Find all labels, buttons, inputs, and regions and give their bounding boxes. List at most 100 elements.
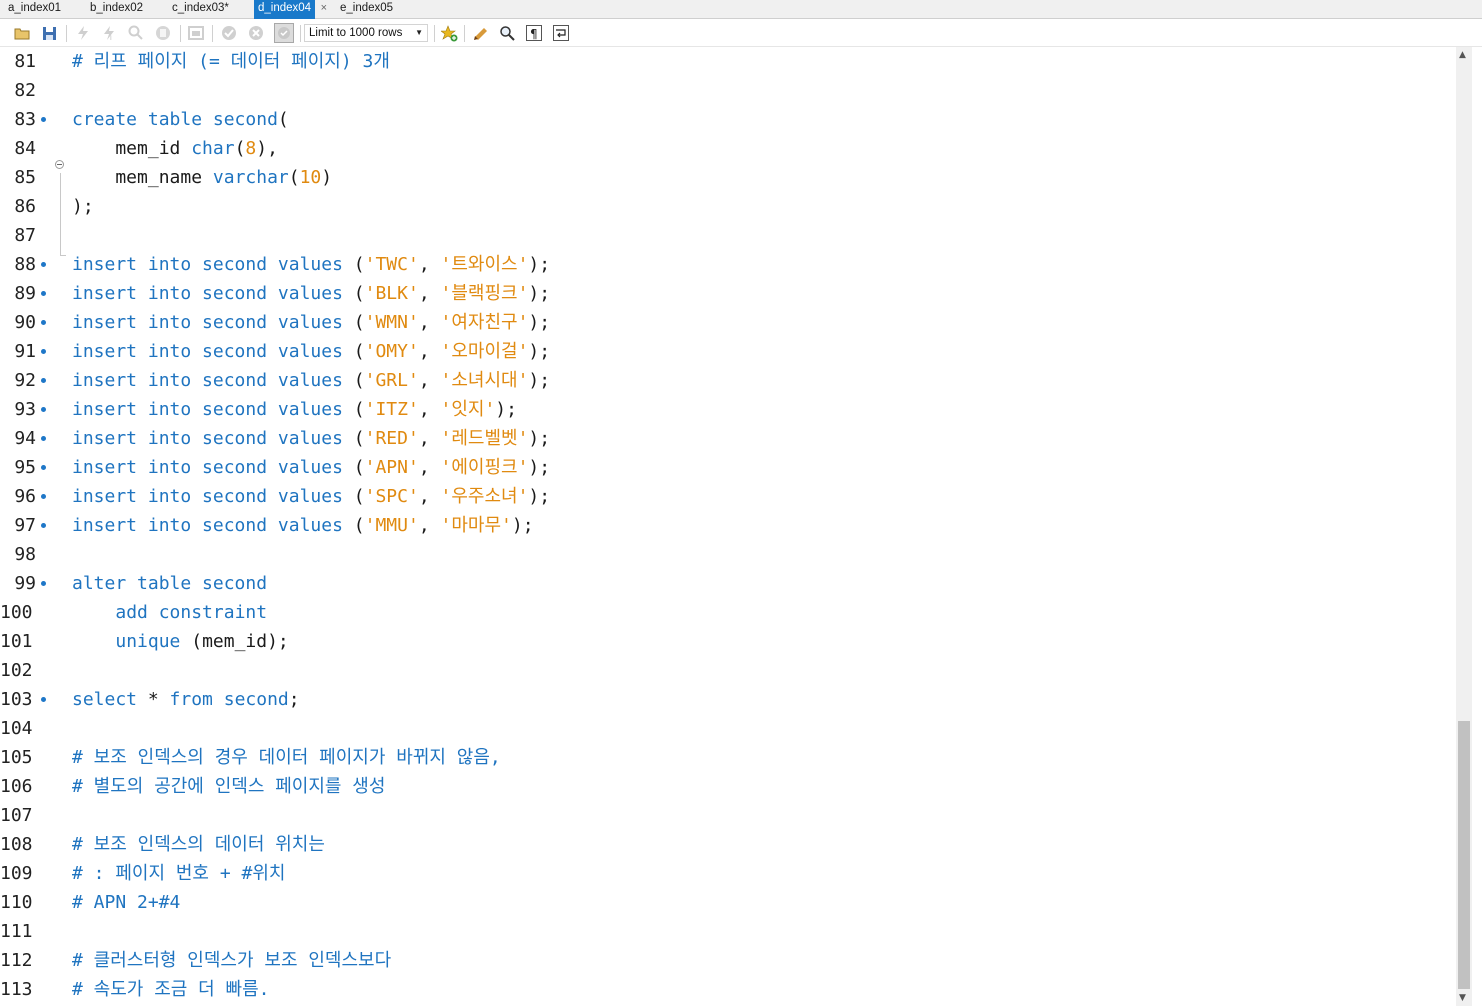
code-line[interactable]: 84 mem_id char(8), [0,134,1456,163]
tab-d-index04[interactable]: d_index04 × [254,0,327,19]
code-line[interactable]: 109 # : 페이지 번호 + #위치 [0,859,1456,888]
scrollbar-thumb[interactable] [1458,721,1470,989]
code-text: insert into second values ('ITZ', '잇지'); [72,399,517,420]
toolbar-separator [66,25,67,42]
code-line[interactable]: 106 # 별도의 공간에 인덱스 페이지를 생성 [0,772,1456,801]
line-number: 105 [0,747,33,768]
limit-rows-value: Limit to 1000 rows [309,27,403,39]
line-number: 91 [14,341,36,362]
execute-current-icon[interactable]: I [100,24,118,42]
toolbar-separator [180,25,181,42]
code-text: mem_name varchar(10) [72,167,333,188]
code-line[interactable]: 81 # 리프 페이지 (= 데이터 페이지) 3개 [0,47,1456,76]
code-line[interactable]: 89 insert into second values ('BLK', '블랙핑… [0,279,1456,308]
statement-marker-icon [41,378,46,383]
line-number: 111 [0,921,33,942]
code-text: # 클러스터형 인덱스가 보조 인덱스보다 [72,950,392,971]
line-number: 97 [14,515,36,536]
code-line[interactable]: 82 [0,76,1456,105]
sql-editor[interactable]: 81 # 리프 페이지 (= 데이터 페이지) 3개 82 83 create tabl… [0,47,1456,1006]
code-text: # 보조 인덱스의 경우 데이터 페이지가 바뀌지 않음, [72,747,501,768]
code-text: alter table second [72,573,268,594]
close-tab-icon[interactable]: × [321,0,327,17]
code-line[interactable]: 88 insert into second values ('TWC', '트와이… [0,250,1456,279]
code-text: insert into second values ('BLK', '블랙핑크'… [72,283,551,304]
code-line[interactable]: 100 add constraint [0,598,1456,627]
code-line[interactable]: 113 # 속도가 조금 더 빠름. [0,975,1456,1004]
line-number: 103 [0,689,33,710]
code-line[interactable]: 97 insert into second values ('MMU', '마마무… [0,511,1456,540]
code-line[interactable]: 90 insert into second values ('WMN', '여자친… [0,308,1456,337]
code-line[interactable]: 83 create table second( [0,105,1456,134]
execute-icon[interactable] [74,24,92,42]
wrap-icon[interactable] [552,24,570,42]
code-line[interactable]: 111 [0,917,1456,946]
explain-icon[interactable] [127,24,145,42]
line-number: 102 [0,660,33,681]
code-line[interactable]: 107 [0,801,1456,830]
code-line[interactable]: 96 insert into second values ('SPC', '우주소… [0,482,1456,511]
code-text: select * from second; [72,689,300,710]
line-number: 112 [0,950,33,971]
autocommit-icon[interactable] [274,23,294,43]
code-text: insert into second values ('RED', '레드벨벳'… [72,428,551,449]
rollback-icon[interactable] [247,24,265,42]
svg-text:I: I [110,35,112,41]
line-number: 108 [0,834,33,855]
statement-marker-icon [41,291,46,296]
code-line[interactable]: 110 # APN 2+#4 [0,888,1456,917]
find-icon[interactable] [498,24,516,42]
chevron-down-icon: ▼ [415,28,423,37]
line-number: 93 [14,399,36,420]
code-line[interactable]: 101 unique (mem_id); [0,627,1456,656]
code-line[interactable]: 94 insert into second values ('RED', '레드벨… [0,424,1456,453]
scroll-down-icon[interactable]: ▼ [1459,993,1466,1003]
tab-c-index03[interactable]: c_index03* [172,0,229,19]
line-number: 107 [0,805,33,826]
code-line[interactable]: 93 insert into second values ('ITZ', '잇지'… [0,395,1456,424]
code-line[interactable]: 91 insert into second values ('OMY', '오마이… [0,337,1456,366]
invisible-chars-icon[interactable]: ¶ [525,24,543,42]
code-line[interactable]: 108 # 보조 인덱스의 데이터 위치는 [0,830,1456,859]
code-line[interactable]: 87 [0,221,1456,250]
code-line[interactable]: 105 # 보조 인덱스의 경우 데이터 페이지가 바뀌지 않음, [0,743,1456,772]
save-icon[interactable] [40,24,58,42]
line-number: 96 [14,486,36,507]
line-number: 90 [14,312,36,333]
line-number: 81 [14,51,36,72]
open-folder-icon[interactable] [13,24,31,42]
vertical-scrollbar[interactable]: ▲ ▼ [1456,47,1472,1006]
code-line[interactable]: 104 [0,714,1456,743]
line-number: 88 [14,254,36,275]
tab-a-index01[interactable]: a_index01 [8,0,61,19]
code-line[interactable]: 99 alter table second [0,569,1456,598]
code-line[interactable]: 85 mem_name varchar(10) [0,163,1456,192]
line-number: 101 [0,631,33,652]
statement-marker-icon [41,117,46,122]
toolbar-separator [300,25,301,42]
tab-e-index05[interactable]: e_index05 [340,0,393,19]
code-line[interactable]: 102 [0,656,1456,685]
scroll-up-icon[interactable]: ▲ [1459,50,1466,60]
statement-marker-icon [41,262,46,267]
commit-icon[interactable] [220,24,238,42]
line-number: 98 [14,544,36,565]
code-line[interactable]: 92 insert into second values ('GRL', '소녀시… [0,366,1456,395]
code-text: unique (mem_id); [115,631,289,652]
beautify-icon[interactable] [472,24,490,42]
toggle-output-icon[interactable] [187,24,205,42]
toolbar-separator [434,25,435,42]
sql-toolbar: I Limit to 1000 rows ▼ ¶ [0,20,1482,47]
code-line[interactable]: 98 [0,540,1456,569]
code-line[interactable]: 112 # 클러스터형 인덱스가 보조 인덱스보다 [0,946,1456,975]
stop-icon[interactable] [154,24,172,42]
code-line[interactable]: 103 select * from second; [0,685,1456,714]
tab-b-index02[interactable]: b_index02 [90,0,143,19]
statement-marker-icon [41,349,46,354]
line-number: 89 [14,283,36,304]
code-line[interactable]: 95 insert into second values ('APN', '에이핑… [0,453,1456,482]
add-snippet-icon[interactable] [440,24,458,42]
limit-rows-select[interactable]: Limit to 1000 rows ▼ [304,24,428,42]
code-line[interactable]: 86); [0,192,1456,221]
line-number: 87 [14,225,36,246]
